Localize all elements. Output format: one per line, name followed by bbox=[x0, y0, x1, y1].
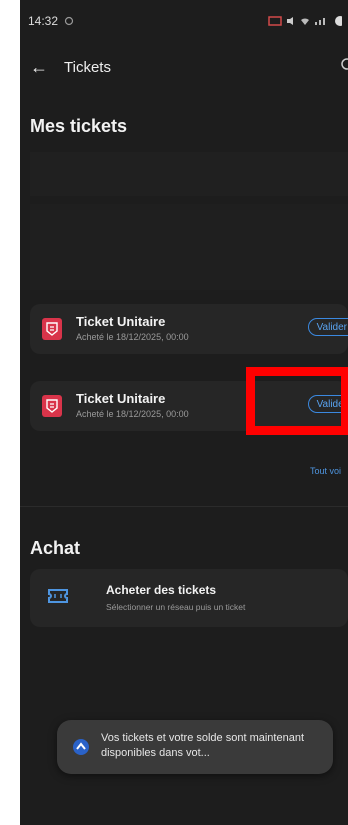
validate-button[interactable]: Valider bbox=[307, 318, 348, 336]
highlight-box bbox=[246, 367, 348, 435]
status-time: 14:32 bbox=[28, 14, 59, 28]
ticket-card[interactable]: Ticket Unitaire Acheté le 18/12/2025, 00… bbox=[30, 304, 348, 354]
wifi-icon bbox=[301, 18, 309, 25]
toast-message: Vos tickets et votre solde sont maintena… bbox=[101, 732, 305, 759]
see-all-link[interactable]: Tout voi bbox=[310, 466, 341, 476]
buy-tickets-subtitle: Sélectionner un réseau puis un ticket bbox=[106, 602, 246, 612]
empty-placeholder-band bbox=[30, 152, 348, 196]
back-arrow-icon[interactable]: ← bbox=[30, 57, 48, 78]
section-title-mes-tickets: Mes tickets bbox=[30, 116, 128, 136]
more-vertical-icon[interactable] bbox=[338, 56, 348, 72]
signal-icon bbox=[315, 18, 325, 25]
toast-notification: Vos tickets et votre solde sont maintena… bbox=[57, 720, 333, 774]
ticket-name: Ticket Unitaire bbox=[76, 314, 166, 329]
ticket-purchase-date: Acheté le 18/12/2025, 00:00 bbox=[76, 409, 189, 419]
ticket-logo-icon bbox=[42, 318, 62, 340]
ticket-purchase-date: Acheté le 18/12/2025, 00:00 bbox=[76, 332, 189, 342]
buy-tickets-card[interactable]: Acheter des tickets Sélectionner un rése… bbox=[30, 569, 348, 627]
buy-tickets-title: Acheter des tickets bbox=[106, 583, 217, 597]
ticket-name: Ticket Unitaire bbox=[76, 391, 166, 406]
phone-screen: 14:32 ← Tickets Mes tickets Ticket Unita… bbox=[20, 0, 348, 825]
app-logo-icon bbox=[73, 739, 89, 755]
ticket-logo-icon bbox=[42, 395, 62, 417]
ticket-icon bbox=[48, 589, 68, 603]
notification-icon bbox=[64, 16, 74, 26]
status-bar: 14:32 bbox=[20, 0, 348, 42]
cast-icon bbox=[268, 16, 282, 26]
mute-icon bbox=[287, 17, 293, 25]
section-title-achat: Achat bbox=[30, 538, 81, 558]
empty-placeholder-band bbox=[30, 204, 348, 290]
app-bar: ← Tickets bbox=[20, 50, 348, 84]
section-divider bbox=[20, 506, 348, 507]
battery-icon bbox=[335, 16, 342, 26]
page-title: Tickets bbox=[64, 58, 111, 76]
